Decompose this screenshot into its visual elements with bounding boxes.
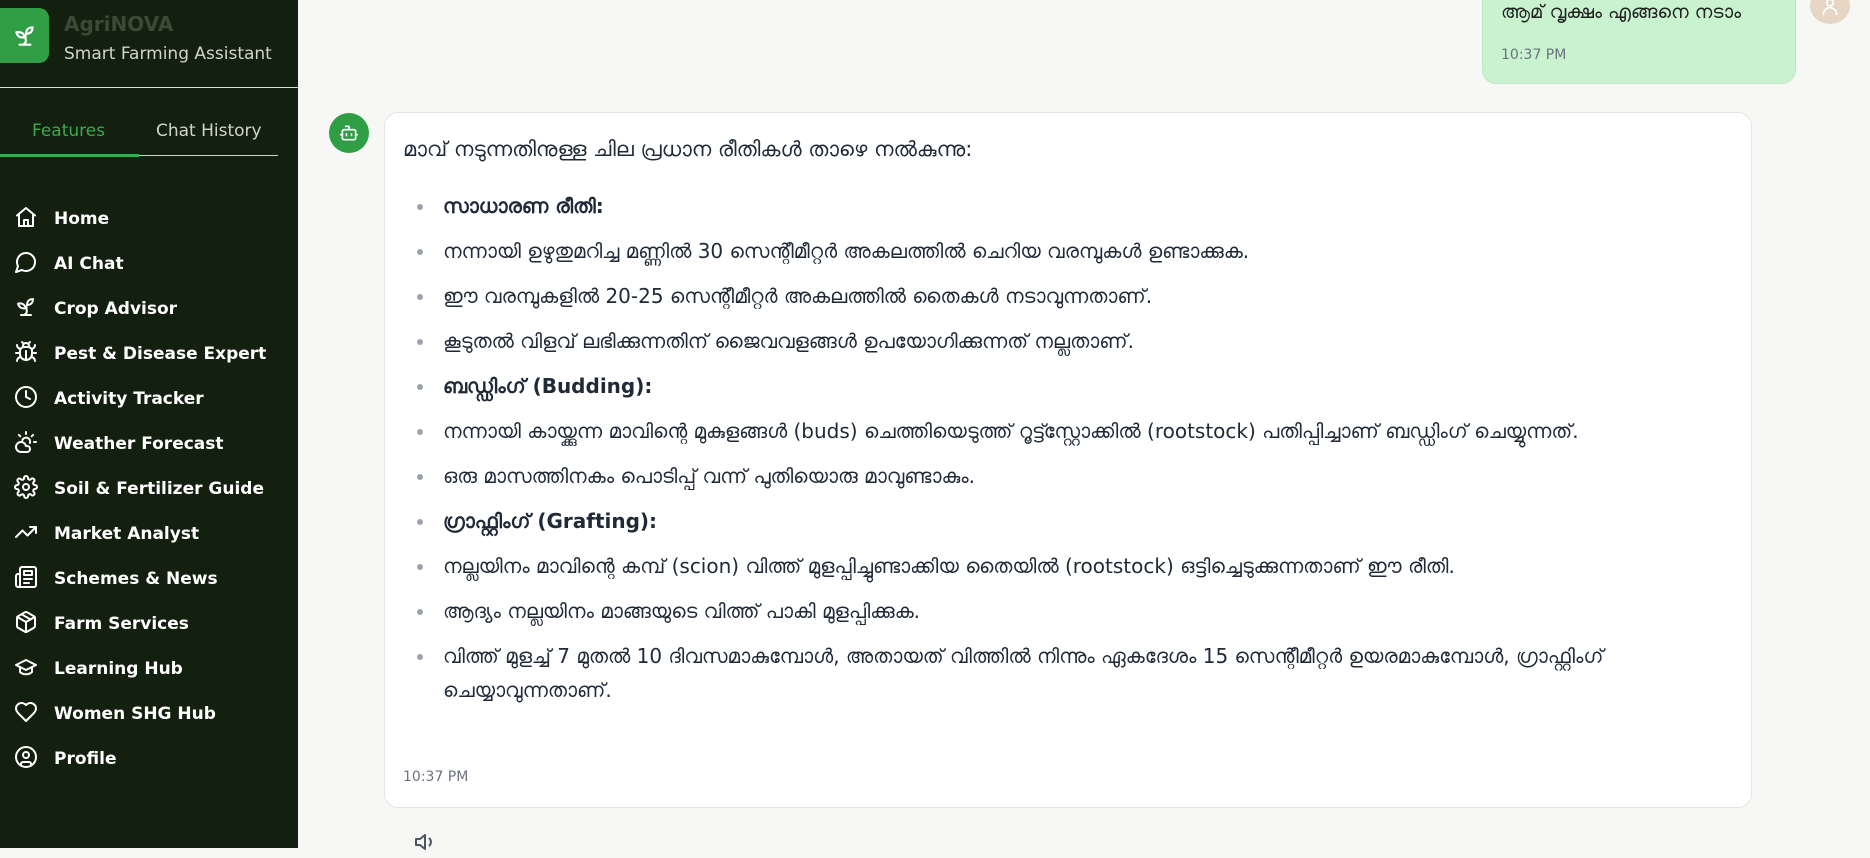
- sidebar-item-label: Home: [54, 208, 110, 229]
- sidebar-item-label: Soil & Fertilizer Guide: [54, 478, 264, 499]
- list-item: നല്ലയിനം മാവിന്റെ കമ്പ് (scion) വിത്ത് മ…: [403, 549, 1733, 583]
- user-icon: [1822, 0, 1838, 16]
- bot-message-intro: മാവ് നടുന്നതിനുള്ള ചില പ്രധാന രീതികൾ താഴ…: [403, 137, 973, 161]
- bot-avatar: [329, 113, 369, 153]
- list-item: നന്നായി ഉഴുതുമറിച്ച മണ്ണിൽ 30 സെന്റീമീറ്…: [403, 234, 1733, 268]
- list-item: കൂടുതൽ വിളവ് ലഭിക്കുന്നതിന് ജൈവവളങ്ങൾ ഉപ…: [403, 324, 1733, 358]
- list-item: വിത്ത് മുളച്ച് 7 മുതൽ 10 ദിവസമാകുമ്പോൾ, …: [403, 639, 1733, 707]
- chat-bubble-icon: [14, 250, 38, 278]
- user-message-bubble: ആമ് വൃക്ഷം എങ്ങനെ നടാം 10:37 PM: [1482, 0, 1796, 84]
- bot-message-time: 10:37 PM: [403, 769, 469, 785]
- sidebar-item-label: Women SHG Hub: [54, 703, 216, 724]
- list-item: ബഡ്ഡിംഗ് (Budding):: [403, 369, 1733, 403]
- list-item: ഗ്രാഫ്റ്റിംഗ് (Grafting):: [403, 504, 1733, 538]
- sidebar-item-schemes-news[interactable]: Schemes & News: [0, 556, 298, 601]
- clock-icon: [14, 385, 38, 413]
- sidebar-item-learning-hub[interactable]: Learning Hub: [0, 646, 298, 691]
- sidebar-item-market-analyst[interactable]: Market Analyst: [0, 511, 298, 556]
- app-title: AgriNOVA: [64, 12, 174, 36]
- sidebar-item-label: Schemes & News: [54, 568, 218, 589]
- sidebar-item-weather-forecast[interactable]: Weather Forecast: [0, 421, 298, 466]
- active-tab-indicator: [0, 154, 139, 157]
- sprout-icon: [14, 295, 38, 323]
- sidebar-item-home[interactable]: Home: [0, 196, 298, 241]
- sidebar-item-label: Farm Services: [54, 613, 189, 634]
- app-subtitle: Smart Farming Assistant: [64, 44, 272, 64]
- home-icon: [14, 205, 38, 233]
- sidebar-item-label: Crop Advisor: [54, 298, 178, 319]
- sidebar-item-activity-tracker[interactable]: Activity Tracker: [0, 376, 298, 421]
- sidebar-nav: Home AI Chat Crop Advisor Pest & Disease…: [0, 196, 298, 781]
- sidebar-item-soil-fertilizer[interactable]: Soil & Fertilizer Guide: [0, 466, 298, 511]
- bot-icon: [339, 125, 359, 141]
- user-circle-icon: [14, 745, 38, 773]
- sidebar-item-label: Learning Hub: [54, 658, 183, 679]
- sidebar-item-label: Pest & Disease Expert: [54, 343, 267, 364]
- speaker-icon[interactable]: [414, 830, 438, 854]
- sidebar-item-label: AI Chat: [54, 253, 124, 274]
- sidebar-item-ai-chat[interactable]: AI Chat: [0, 241, 298, 286]
- chat-area: ആമ് വൃക്ഷം എങ്ങനെ നടാം 10:37 PM മാവ് നടു…: [298, 0, 1870, 850]
- user-message-time: 10:37 PM: [1501, 47, 1567, 63]
- sprout-logo-icon: [0, 8, 49, 63]
- sidebar-item-label: Activity Tracker: [54, 388, 204, 409]
- sidebar-item-profile[interactable]: Profile: [0, 736, 298, 781]
- bug-icon: [14, 340, 38, 368]
- list-item: ആദ്യം നല്ലയിനം മാങ്ങയുടെ വിത്ത് പാകി മുള…: [403, 594, 1733, 628]
- brand-header: AgriNOVA Smart Farming Assistant: [0, 0, 298, 88]
- bot-message-bubble: മാവ് നടുന്നതിനുള്ള ചില പ്രധാന രീതികൾ താഴ…: [384, 112, 1752, 808]
- sidebar-item-label: Weather Forecast: [54, 433, 224, 454]
- list-item: നന്നായി കായ്ക്കുന്ന മാവിന്റെ മുകുളങ്ങൾ (…: [403, 414, 1733, 448]
- user-message-text: ആമ് വൃക്ഷം എങ്ങനെ നടാം: [1501, 1, 1742, 23]
- list-item: സാധാരണ രീതി:: [403, 189, 1733, 223]
- sidebar-item-pest-disease[interactable]: Pest & Disease Expert: [0, 331, 298, 376]
- sidebar-item-label: Market Analyst: [54, 523, 200, 544]
- sidebar-item-crop-advisor[interactable]: Crop Advisor: [0, 286, 298, 331]
- avatar: [1810, 0, 1850, 24]
- trending-up-icon: [14, 520, 38, 548]
- graduation-cap-icon: [14, 655, 38, 683]
- sidebar-item-women-shg-hub[interactable]: Women SHG Hub: [0, 691, 298, 736]
- bot-message-list: സാധാരണ രീതി: നന്നായി ഉഴുതുമറിച്ച മണ്ണിൽ 3…: [403, 189, 1733, 718]
- list-item: ഒരു മാസത്തിനകം പൊടിപ്പ് വന്ന് പുതിയൊരു മ…: [403, 459, 1733, 493]
- sidebar: AgriNOVA Smart Farming Assistant Feature…: [0, 0, 298, 848]
- sidebar-item-label: Profile: [54, 748, 117, 769]
- newspaper-icon: [14, 565, 38, 593]
- tab-chat-history[interactable]: Chat History: [156, 121, 262, 141]
- sidebar-tabs: Features Chat History: [0, 115, 278, 157]
- gear-icon: [14, 474, 38, 503]
- sidebar-item-farm-services[interactable]: Farm Services: [0, 601, 298, 646]
- heart-icon: [14, 700, 38, 728]
- list-item: ഈ വരമ്പുകളിൽ 20-25 സെന്റീമീറ്റർ അകലത്തിൽ…: [403, 279, 1733, 313]
- package-icon: [14, 610, 38, 638]
- sun-cloud-icon: [14, 430, 38, 458]
- tab-features[interactable]: Features: [32, 121, 105, 141]
